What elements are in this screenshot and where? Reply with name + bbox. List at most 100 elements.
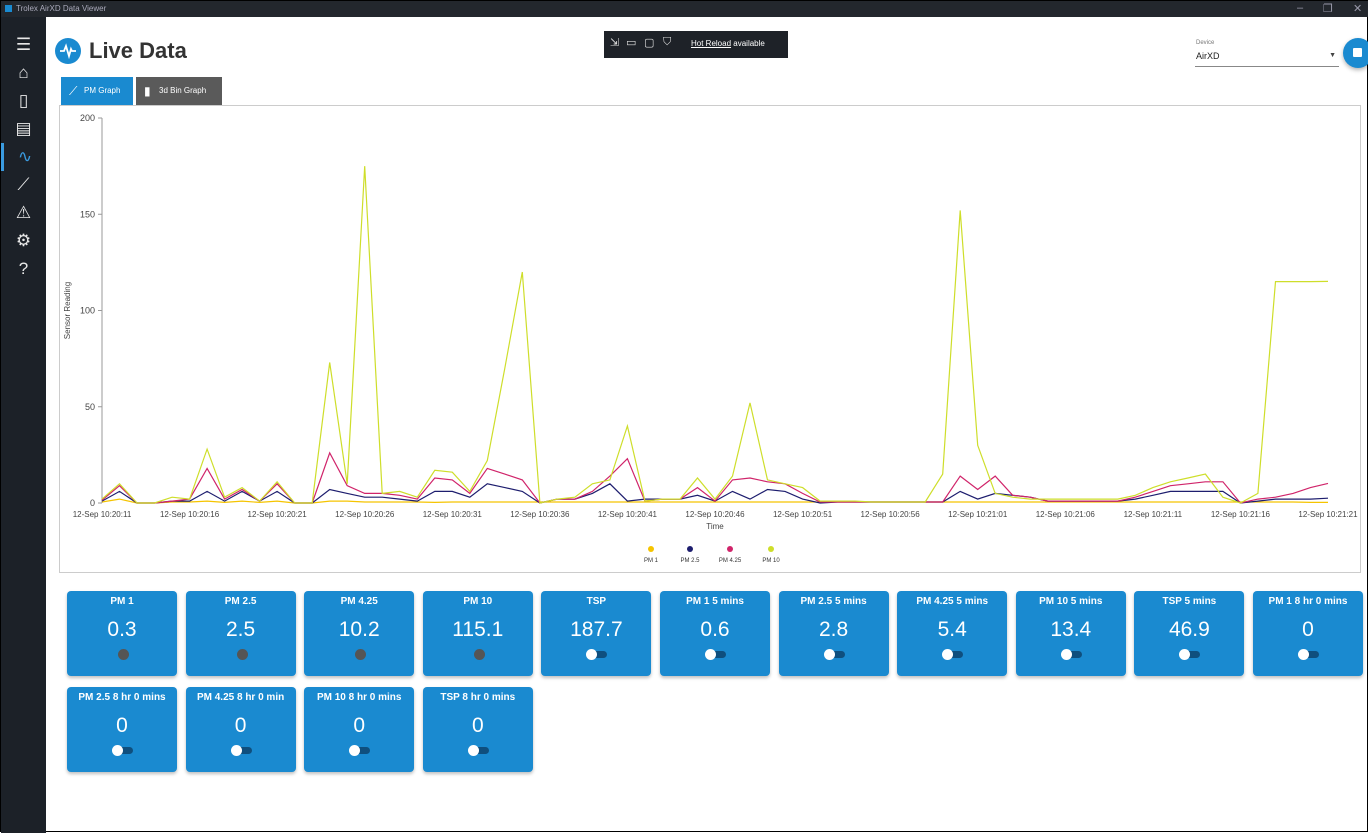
alarm-toggle[interactable] xyxy=(823,649,845,660)
binding-icon[interactable]: ⛉ xyxy=(663,36,671,49)
home-icon[interactable]: ⌂ xyxy=(1,59,46,87)
card-value: 2.5 xyxy=(225,618,256,641)
card-value: 0 xyxy=(471,714,484,737)
device-select-value: AirXD xyxy=(1196,51,1220,61)
x-tick-label: 12-Sep 10:20:51 xyxy=(773,510,833,519)
alarm-toggle[interactable] xyxy=(112,745,133,756)
card-value: 46.9 xyxy=(1168,618,1210,641)
select-element-icon[interactable]: ⇲ xyxy=(610,36,619,49)
alarm-indicator-icon xyxy=(355,649,367,660)
pm-chart: 0 50 100 150 200 Sensor Reading 12-Sep 10:20:1… xyxy=(59,105,1361,573)
chevron-down-icon: ▼ xyxy=(1329,52,1336,59)
y-tick-label: 0 xyxy=(90,498,95,508)
device-select[interactable]: AirXD ▼ xyxy=(1195,50,1339,67)
stop-icon xyxy=(1353,48,1362,57)
chart-canvas: 0 50 100 150 200 Sensor Reading 12-Sep 10:20:1… xyxy=(63,113,1358,564)
graph-icon[interactable]: ⟋ xyxy=(1,171,46,199)
card-value: 0 xyxy=(353,714,366,737)
card-title: TSP xyxy=(586,596,607,607)
live-data-logo-icon xyxy=(55,38,81,64)
warning-icon[interactable]: ⚠ xyxy=(1,199,46,227)
alarm-toggle[interactable] xyxy=(349,745,371,756)
stop-button[interactable] xyxy=(1343,38,1368,68)
app-window: Trolex AirXD Data Viewer – ❐ ✕ ☰ ⌂ ▯ ▤ ∿… xyxy=(0,0,1368,833)
settings-icon[interactable]: ⚙ xyxy=(1,227,46,255)
x-tick-label: 12-Sep 10:21:11 xyxy=(1124,510,1183,519)
debug-toolbar: ⇲ ▭ ▢ ⛉ Hot Reload available xyxy=(604,31,788,58)
line-chart-icon: ⟋ xyxy=(69,84,78,98)
x-tick-label: 12-Sep 10:20:26 xyxy=(335,510,395,519)
close-icon[interactable]: ✕ xyxy=(1353,2,1362,15)
toggle-knob xyxy=(1060,649,1072,660)
hot-reload-suffix: available xyxy=(733,39,765,48)
reading-card: PM 4.25 5 mins 5.4 xyxy=(897,591,1008,676)
tab-3d-bin-graph[interactable]: ▮ 3d Bin Graph xyxy=(136,77,222,105)
tab-pm-graph[interactable]: ⟋ PM Graph xyxy=(61,77,133,105)
toggle-knob xyxy=(230,745,242,756)
card-title: PM 10 8 hr 0 mins xyxy=(316,692,402,703)
reading-card: PM 1 0.3 xyxy=(67,591,177,676)
alarm-toggle[interactable] xyxy=(942,649,964,660)
alarm-toggle[interactable] xyxy=(586,649,608,660)
card-value: 187.7 xyxy=(570,618,623,641)
reading-card: TSP 8 hr 0 mins 0 xyxy=(422,687,533,772)
series-line-3 xyxy=(101,166,1329,504)
card-title: TSP 8 hr 0 mins xyxy=(440,692,516,703)
alarm-indicator-icon xyxy=(236,649,248,660)
card-value: 0.6 xyxy=(700,618,730,641)
device-icon[interactable]: ▯ xyxy=(1,87,46,115)
legend-label: PM 4.25 xyxy=(719,558,742,564)
alarm-toggle[interactable] xyxy=(1298,649,1319,660)
help-icon[interactable]: ? xyxy=(1,255,46,283)
display-layout-icon[interactable]: ▭ xyxy=(626,36,636,49)
toggle-knob xyxy=(705,649,716,660)
reading-card: PM 2.5 5 mins 2.8 xyxy=(778,591,889,676)
toggle-knob xyxy=(349,745,361,756)
alarm-toggle[interactable] xyxy=(1179,649,1201,660)
y-tick-label: 50 xyxy=(85,402,95,412)
alarm-toggle[interactable] xyxy=(705,649,726,660)
toggle-knob xyxy=(942,649,954,660)
card-value: 13.4 xyxy=(1050,618,1092,641)
alarm-toggle[interactable] xyxy=(467,745,489,756)
alarm-toggle[interactable] xyxy=(1060,649,1082,660)
hot-reload-link[interactable]: Hot Reload xyxy=(691,39,731,48)
card-title: PM 4.25 xyxy=(340,596,378,607)
track-focus-icon[interactable]: ▢ xyxy=(644,36,654,49)
live-data-icon[interactable]: ∿ xyxy=(1,143,46,171)
x-tick-label: 12-Sep 10:20:11 xyxy=(73,510,132,519)
toggle-knob xyxy=(467,745,479,756)
y-axis-label: Sensor Reading xyxy=(63,282,72,339)
card-value: 0.3 xyxy=(107,618,137,641)
report-icon[interactable]: ▤ xyxy=(1,115,46,143)
reading-card: PM 2.5 2.5 xyxy=(185,591,296,676)
page-title: Live Data xyxy=(89,38,187,63)
card-title: PM 2.5 xyxy=(224,596,257,607)
alarm-indicator-icon xyxy=(118,649,129,660)
reading-card: PM 10 8 hr 0 mins 0 xyxy=(304,687,415,772)
x-tick-label: 12-Sep 10:21:06 xyxy=(1036,510,1096,519)
restore-icon[interactable]: ❐ xyxy=(1323,2,1333,15)
bar-chart-icon: ▮ xyxy=(144,84,151,98)
sidebar: ☰ ⌂ ▯ ▤ ∿ ⟋ ⚠ ⚙ ? xyxy=(1,17,46,833)
minimize-icon[interactable]: – xyxy=(1297,2,1303,14)
tab-label: PM Graph xyxy=(84,86,121,95)
card-title: PM 10 5 mins xyxy=(1039,596,1103,607)
legend-marker xyxy=(768,546,774,552)
reading-card: PM 10 115.1 xyxy=(422,591,533,676)
legend-marker xyxy=(648,546,654,552)
reading-card: PM 4.25 8 hr 0 min 0 xyxy=(185,687,296,772)
app-icon xyxy=(5,5,12,12)
alarm-toggle[interactable] xyxy=(230,745,252,756)
x-tick-label: 12-Sep 10:20:16 xyxy=(160,510,220,519)
x-axis-label: Time xyxy=(706,522,724,531)
alarm-indicator-icon xyxy=(473,649,485,660)
card-value: 115.1 xyxy=(452,618,504,641)
card-title: PM 1 8 hr 0 mins xyxy=(1268,596,1348,607)
legend-marker xyxy=(687,546,693,552)
window-title: Trolex AirXD Data Viewer xyxy=(16,4,107,13)
menu-icon[interactable]: ☰ xyxy=(1,31,46,59)
card-title: PM 2.5 8 hr 0 mins xyxy=(78,692,166,703)
card-value: 0 xyxy=(1302,618,1314,641)
legend-label: PM 1 xyxy=(644,558,659,564)
